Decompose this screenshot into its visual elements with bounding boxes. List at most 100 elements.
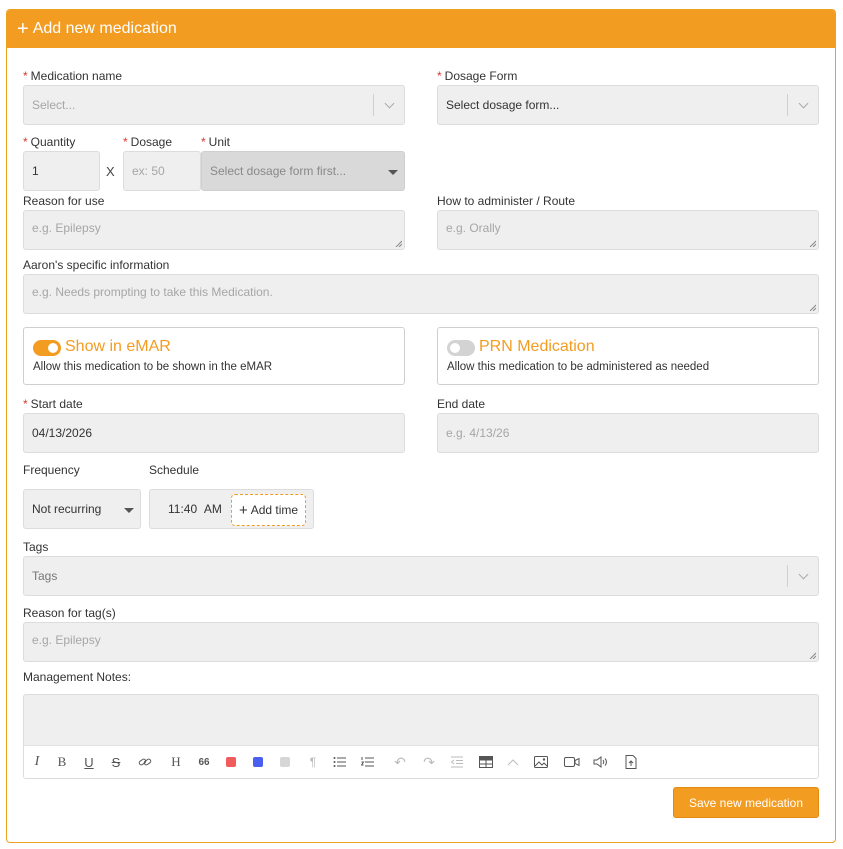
resize-handle-icon[interactable] [809,304,816,311]
audio-icon[interactable] [593,755,609,769]
caret-down-icon [124,508,134,513]
add-time-label: Add time [250,503,299,517]
schedule-ampm: AM [203,502,222,516]
reason-textarea[interactable]: e.g. Epilepsy [23,210,405,250]
prn-card: PRN Medication Allow this medication to … [437,327,819,385]
select-separator [373,94,374,116]
dosage-form-label-text: Dosage Form [444,69,518,83]
required-asterisk: * [23,69,28,83]
blue-color-icon[interactable] [251,755,265,769]
required-asterisk: * [437,69,442,83]
notes-editor: I B U S H 66 ¶ ↶ ↷ [23,694,819,779]
redo-icon[interactable]: ↷ [422,754,436,770]
prn-title: PRN Medication [479,338,595,355]
chevron-down-icon[interactable] [798,569,809,580]
dosage-form-label: * Dosage Form [437,69,517,83]
specific-info-textarea[interactable]: e.g. Needs prompting to take this Medica… [23,274,819,314]
emar-title: Show in eMAR [65,338,171,355]
strikethrough-icon[interactable]: S [109,755,123,770]
quantity-label: * Quantity [23,135,75,149]
bold-icon[interactable]: B [55,754,69,769]
dosage-form-value: Select dosage form... [446,98,560,112]
route-textarea[interactable]: e.g. Orally [437,210,819,250]
notes-label: Management Notes: [23,670,132,684]
chevron-up-icon[interactable] [506,755,520,769]
prn-toggle[interactable] [447,340,475,356]
specific-info-label: Aaron's specific information [23,258,170,272]
times-symbol: X [106,164,115,179]
table-icon[interactable] [479,755,493,769]
medication-name-placeholder: Select... [32,98,76,112]
image-icon[interactable] [534,755,548,769]
dosage-placeholder: ex: 50 [132,164,165,178]
emar-description: Allow this medication to be shown in the… [33,361,273,373]
notes-toolbar: I B U S H 66 ¶ ↶ ↷ [24,745,818,778]
toggle-knob [450,343,460,353]
unit-label-text: Unit [208,135,231,149]
tag-reason-textarea[interactable]: e.g. Epilepsy [23,622,819,662]
end-date-label: End date [437,397,486,411]
reason-label: Reason for use [23,194,105,208]
link-icon[interactable] [138,755,152,769]
pilcrow-icon[interactable]: ¶ [306,755,320,769]
route-placeholder: e.g. Orally [446,221,501,235]
medication-name-select[interactable]: Select... [23,85,405,125]
reason-placeholder: e.g. Epilepsy [32,221,101,235]
quantity-value: 1 [32,164,39,178]
dosage-input[interactable]: ex: 50 [123,151,201,191]
end-date-placeholder: e.g. 4/13/26 [446,426,510,440]
chevron-down-icon[interactable] [798,98,809,109]
tag-reason-label: Reason for tag(s) [23,606,116,620]
chevron-down-icon[interactable] [384,98,395,109]
add-time-button[interactable]: + Add time [231,494,306,526]
specific-info-placeholder: e.g. Needs prompting to take this Medica… [32,285,273,299]
numbered-list-icon[interactable] [361,755,375,769]
underline-icon[interactable]: U [82,755,96,770]
tags-label: Tags [23,540,49,554]
end-date-input[interactable]: e.g. 4/13/26 [437,413,819,453]
panel-header: + Add new medication [7,10,835,48]
blue-swatch [253,757,263,767]
red-color-icon[interactable] [224,755,238,769]
unit-select[interactable]: Select dosage form first... [201,151,405,191]
tags-placeholder: Tags [32,569,58,583]
tags-select[interactable]: Tags [23,556,819,596]
start-date-input[interactable]: 04/13/2026 [23,413,405,453]
heading-icon[interactable]: H [169,754,183,769]
prn-description: Allow this medication to be administered… [447,361,710,373]
resize-handle-icon[interactable] [395,240,402,247]
quantity-label-text: Quantity [30,135,76,149]
panel-title: Add new medication [32,20,177,37]
required-asterisk: * [23,397,28,411]
emar-toggle[interactable] [33,340,61,356]
route-label: How to administer / Route [437,194,576,208]
resize-handle-icon[interactable] [809,652,816,659]
video-icon[interactable] [564,755,580,769]
schedule-box: 11:40 AM + Add time [149,489,314,529]
medication-name-label-text: Medication name [30,69,123,83]
save-medication-button[interactable]: Save new medication [673,787,819,818]
schedule-time-input[interactable]: 11:40 AM [168,502,222,516]
quote-icon[interactable]: 66 [197,755,211,769]
gray-color-icon[interactable] [278,755,292,769]
plus-icon: + [17,18,29,40]
tag-reason-placeholder: e.g. Epilepsy [32,633,101,647]
notes-editor-area[interactable] [24,695,818,746]
caret-down-icon [388,170,398,175]
undo-icon[interactable]: ↶ [393,754,407,770]
file-upload-icon[interactable] [624,755,638,769]
quantity-input[interactable]: 1 [23,151,100,191]
unit-label: * Unit [201,135,230,149]
select-separator [787,94,788,116]
plus-icon: + [238,501,248,519]
medication-name-label: * Medication name [23,69,122,83]
resize-handle-icon[interactable] [809,240,816,247]
frequency-select[interactable]: Not recurring [23,489,141,529]
outdent-icon[interactable] [450,755,464,769]
dosage-form-select[interactable]: Select dosage form... [437,85,819,125]
start-date-label-text: Start date [30,397,83,411]
bullet-list-icon[interactable] [333,755,347,769]
red-swatch [226,757,236,767]
italic-icon[interactable]: I [30,754,44,769]
gray-swatch [280,757,290,767]
